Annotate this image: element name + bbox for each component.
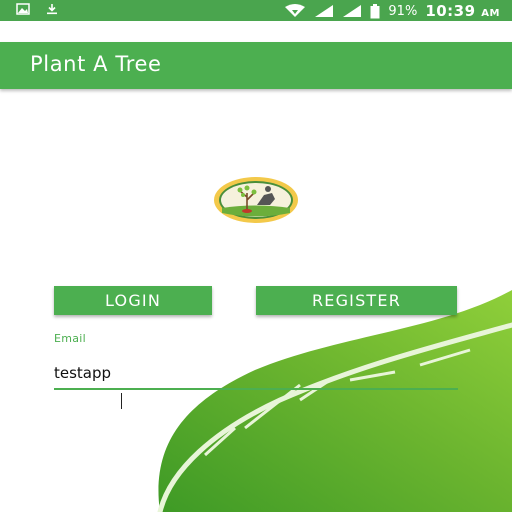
battery-icon bbox=[370, 3, 380, 18]
status-bar: 91% 10:39 AM bbox=[0, 0, 512, 21]
clock: 10:39 AM bbox=[425, 2, 500, 20]
text-cursor bbox=[121, 393, 122, 409]
register-button[interactable]: REGISTER bbox=[256, 286, 457, 315]
app-logo bbox=[214, 177, 298, 223]
wifi-icon bbox=[285, 4, 306, 17]
signal-icon bbox=[343, 5, 362, 17]
clock-ampm: AM bbox=[481, 8, 500, 19]
download-icon bbox=[47, 4, 57, 15]
battery-percent: 91% bbox=[388, 3, 418, 19]
login-button[interactable]: LOGIN bbox=[54, 286, 212, 315]
app-bar: Plant A Tree bbox=[0, 42, 512, 89]
email-label: Email bbox=[54, 332, 87, 345]
email-input[interactable] bbox=[54, 362, 458, 390]
signal-icon bbox=[315, 5, 334, 17]
image-icon bbox=[16, 3, 30, 15]
clock-time: 10:39 bbox=[425, 2, 476, 20]
app-title: Plant A Tree bbox=[30, 52, 162, 76]
